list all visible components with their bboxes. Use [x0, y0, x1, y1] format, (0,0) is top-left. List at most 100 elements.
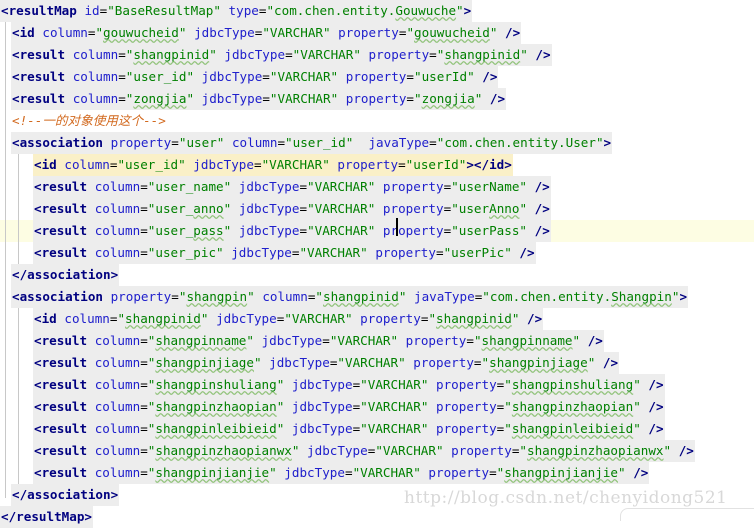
token-punc: <	[34, 157, 42, 172]
token-str: "VARCHAR"	[307, 223, 376, 238]
code-line[interactable]: <association property="user" column="use…	[0, 132, 754, 154]
code-line[interactable]: <resultMap id="BaseResultMap" type="com.…	[0, 0, 754, 22]
code-run: <result column="shangpinleibieid" jdbcTy…	[33, 418, 665, 440]
token-tag: result	[19, 91, 66, 106]
token-str-squig: shangpinzhaopian	[155, 399, 277, 414]
code-run: <result column="user_anno" jdbcType="VAR…	[33, 198, 551, 220]
token-attr: javaType	[368, 135, 430, 150]
token-attr: jdbcType	[284, 465, 345, 480]
code-line[interactable]: <association property="shangpin" column=…	[0, 286, 754, 308]
token-str: "VARCHAR"	[360, 377, 429, 392]
code-line[interactable]: <result column="shangpinjianjie" jdbcTyp…	[0, 462, 754, 484]
code-line[interactable]: <result column="shangpinzhaopianwx" jdbc…	[0, 440, 754, 462]
token-punc: />	[482, 69, 498, 84]
token-sp	[375, 179, 383, 194]
token-str-squig: zongjia	[421, 91, 475, 106]
token-sp	[103, 135, 111, 150]
token-tag: resultMap	[8, 3, 77, 18]
token-eq: =	[489, 465, 497, 480]
token-attr: column	[72, 69, 119, 84]
token-punc: <	[34, 421, 42, 436]
token-str-squig: shangpinid	[444, 47, 521, 62]
token-sp	[398, 333, 406, 348]
token-str-squig: shangpinname	[155, 333, 247, 348]
token-sp	[87, 399, 95, 414]
token-str-squig: shangpinzhaopianwx	[155, 443, 292, 458]
token-str: "	[117, 311, 126, 326]
token-punc: <	[12, 135, 20, 150]
code-line[interactable]: <result column="shangpinshuliang" jdbcTy…	[0, 374, 754, 396]
token-attr: column	[94, 245, 141, 260]
token-eq: =	[299, 223, 308, 238]
token-attr: property	[110, 135, 172, 150]
token-str-squig: shangpinjiage	[155, 355, 254, 370]
token-attr: property	[345, 91, 407, 106]
token-attr: column	[72, 47, 119, 62]
token-tag: result	[41, 443, 88, 458]
token-str: "	[481, 355, 490, 370]
token-attr: jdbcType	[261, 333, 323, 348]
token-eq: =	[140, 443, 148, 458]
token-sp	[87, 179, 95, 194]
token-punc: />	[534, 223, 550, 238]
token-str: "	[247, 289, 255, 304]
code-line[interactable]: <id column="shangpinid" jdbcType="VARCHA…	[0, 308, 754, 330]
token-str-squig: anno	[193, 201, 224, 216]
token-sp	[375, 223, 383, 238]
code-line[interactable]: <result column="shangpinjiage" jdbcType=…	[0, 352, 754, 374]
code-line[interactable]: <result column="user_pass" jdbcType="VAR…	[0, 220, 754, 242]
token-sp	[671, 443, 679, 458]
code-line[interactable]: <result column="user_anno" jdbcType="VAR…	[0, 198, 754, 220]
token-sp	[231, 179, 239, 194]
token-tag: result	[19, 69, 66, 84]
code-line[interactable]: <result column="shangpinname" jdbcType="…	[0, 330, 754, 352]
token-attr: column	[94, 201, 141, 216]
code-run: <id column="shangpinid" jdbcType="VARCHA…	[33, 308, 544, 330]
code-run: </association>	[11, 484, 120, 506]
token-attr: property	[436, 399, 497, 414]
token-eq: =	[253, 157, 262, 172]
token-eq: =	[171, 289, 179, 304]
token-attr: property	[375, 245, 436, 260]
token-sp	[186, 25, 194, 40]
token-str: "	[246, 333, 254, 348]
code-line[interactable]: <result column="shangpinzhaopian" jdbcTy…	[0, 396, 754, 418]
token-str: "VARCHAR"	[360, 421, 429, 436]
token-punc: <	[34, 333, 42, 348]
token-str: "user_name"	[147, 179, 232, 194]
code-line[interactable]: <result column="zongjia" jdbcType="VARCH…	[0, 88, 754, 110]
token-tag: result	[41, 179, 88, 194]
code-line[interactable]: <id column="gouwucheid" jdbcType="VARCHA…	[0, 22, 754, 44]
token-attr: property	[110, 289, 172, 304]
code-line[interactable]: <result column="shangpinid" jdbcType="VA…	[0, 44, 754, 66]
token-str: "user_pic"	[147, 245, 224, 260]
token-attr: property	[368, 47, 430, 62]
token-tag: result	[41, 377, 88, 392]
code-line[interactable]: <result column="user_pic" jdbcType="VARC…	[0, 242, 754, 264]
token-attr: property	[413, 355, 474, 370]
code-line[interactable]: <result column="shangpinleibieid" jdbcTy…	[0, 418, 754, 440]
token-str: "user_id"	[117, 157, 186, 172]
token-str: "	[618, 465, 626, 480]
token-tag: id	[41, 311, 57, 326]
token-str: "VARCHAR"	[337, 355, 406, 370]
code-line[interactable]: <id column="user_id" jdbcType="VARCHAR" …	[0, 154, 754, 176]
code-lines-container[interactable]: <resultMap id="BaseResultMap" type="com.…	[0, 0, 754, 528]
code-run: </resultMap>	[0, 506, 94, 528]
code-run: <result column="user_name" jdbcType="VAR…	[33, 176, 551, 198]
token-sp	[353, 135, 368, 150]
code-line[interactable]: <result column="user_name" jdbcType="VAR…	[0, 176, 754, 198]
code-editor-canvas[interactable]: <resultMap id="BaseResultMap" type="com.…	[0, 0, 754, 528]
token-punc: />	[534, 201, 550, 216]
token-str-squig: shangpinleibieid	[511, 421, 634, 436]
token-punc: <	[34, 443, 42, 458]
token-sp	[527, 223, 535, 238]
code-line[interactable]: <result column="user_id" jdbcType="VARCH…	[0, 66, 754, 88]
code-line[interactable]: </association>	[0, 264, 754, 286]
token-punc: </	[1, 509, 17, 524]
token-attr: jdbcType	[216, 311, 277, 326]
token-punc: />	[527, 311, 543, 326]
code-line[interactable]: <!--一的对象使用这个-->	[0, 110, 754, 132]
token-punc: />	[648, 399, 664, 414]
token-sp	[284, 399, 292, 414]
